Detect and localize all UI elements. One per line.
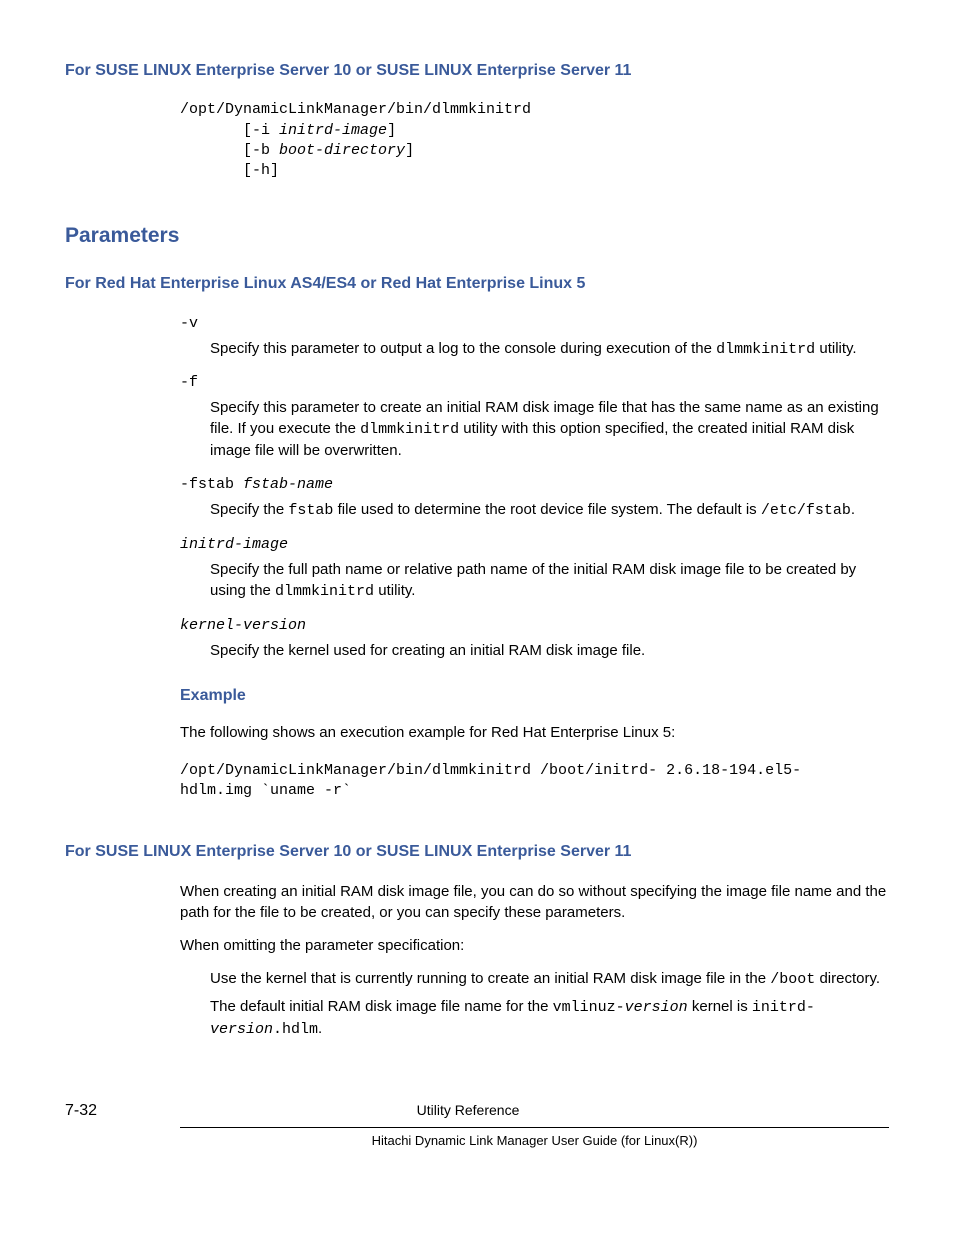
paragraph: When omitting the parameter specificatio… (180, 935, 889, 956)
code-arg: boot-directory (279, 142, 405, 159)
option-term-v: -v (180, 313, 889, 334)
code-line: [-h] (180, 162, 279, 179)
inline-code: dlmmkinitrd (716, 341, 815, 358)
footer-title: Utility Reference (97, 1101, 839, 1121)
page-footer: 7-32 Utility Reference Hitachi Dynamic L… (65, 1100, 889, 1150)
inline-code: dlmmkinitrd (360, 421, 459, 438)
code-line-pre: [-i (180, 122, 279, 139)
text: Specify the (210, 501, 288, 518)
code-line: /opt/DynamicLinkManager/bin/dlmmkinitrd (180, 101, 531, 118)
inline-code-ital: version (625, 999, 688, 1016)
option-term-kernel: kernel-version (180, 614, 889, 636)
text: Specify this parameter to output a log t… (210, 340, 716, 357)
text: directory. (815, 970, 880, 987)
text: The default initial RAM disk image file … (210, 998, 553, 1015)
option-arg: fstab-name (243, 476, 333, 493)
footer-divider (180, 1127, 889, 1128)
code-line-post: ] (387, 122, 396, 139)
code-line: /opt/DynamicLinkManager/bin/dlmmkinitrd … (180, 761, 889, 781)
text: kernel is (688, 998, 752, 1015)
code-arg: initrd-image (279, 122, 387, 139)
text: Use the kernel that is currently running… (210, 970, 770, 987)
heading-suse-1: For SUSE LINUX Enterprise Server 10 or S… (65, 60, 889, 82)
option-desc-fstab: Specify the fstab file used to determine… (210, 499, 889, 521)
option-arg: kernel-version (180, 617, 306, 634)
option-desc-kernel: Specify the kernel used for creating an … (210, 640, 889, 661)
code-line-pre: [-b (180, 142, 279, 159)
heading-example: Example (180, 685, 889, 707)
option-arg: initrd-image (180, 536, 288, 553)
example-intro: The following shows an execution example… (180, 722, 889, 743)
option-term-f: -f (180, 372, 889, 393)
inline-code: vmlinuz- (553, 999, 625, 1016)
code-line: hdlm.img `uname -r` (180, 781, 889, 801)
inline-code: fstab (288, 502, 333, 519)
inline-code: /etc/fstab (761, 502, 851, 519)
inline-code-ital: version (210, 1021, 273, 1038)
option-desc-initrd: Specify the full path name or relative p… (210, 559, 889, 602)
option-desc-v: Specify this parameter to output a log t… (210, 338, 889, 360)
heading-suse-2: For SUSE LINUX Enterprise Server 10 or S… (65, 841, 889, 863)
code-line-post: ] (405, 142, 414, 159)
page-number: 7-32 (65, 1100, 97, 1122)
text: . (851, 501, 855, 518)
option-term-initrd: initrd-image (180, 533, 889, 555)
code-block-syntax: /opt/DynamicLinkManager/bin/dlmmkinitrd … (180, 100, 889, 181)
heading-parameters: Parameters (65, 221, 889, 250)
inline-code: initrd- (752, 999, 815, 1016)
option-flag: -fstab (180, 476, 243, 493)
example-code-block: /opt/DynamicLinkManager/bin/dlmmkinitrd … (180, 761, 889, 802)
footer-subtitle: Hitachi Dynamic Link Manager User Guide … (180, 1132, 889, 1150)
paragraph: The default initial RAM disk image file … (210, 996, 889, 1040)
text: . (318, 1020, 322, 1037)
heading-redhat: For Red Hat Enterprise Linux AS4/ES4 or … (65, 273, 889, 295)
inline-code: /boot (770, 971, 815, 988)
text: utility. (374, 582, 415, 599)
inline-code: dlmmkinitrd (275, 583, 374, 600)
option-desc-f: Specify this parameter to create an init… (210, 397, 889, 461)
paragraph: Use the kernel that is currently running… (210, 968, 889, 990)
inline-code: .hdlm (273, 1021, 318, 1038)
option-term-fstab: -fstab fstab-name (180, 473, 889, 495)
text: file used to determine the root device f… (333, 501, 760, 518)
text: utility. (815, 340, 856, 357)
paragraph: When creating an initial RAM disk image … (180, 881, 889, 923)
